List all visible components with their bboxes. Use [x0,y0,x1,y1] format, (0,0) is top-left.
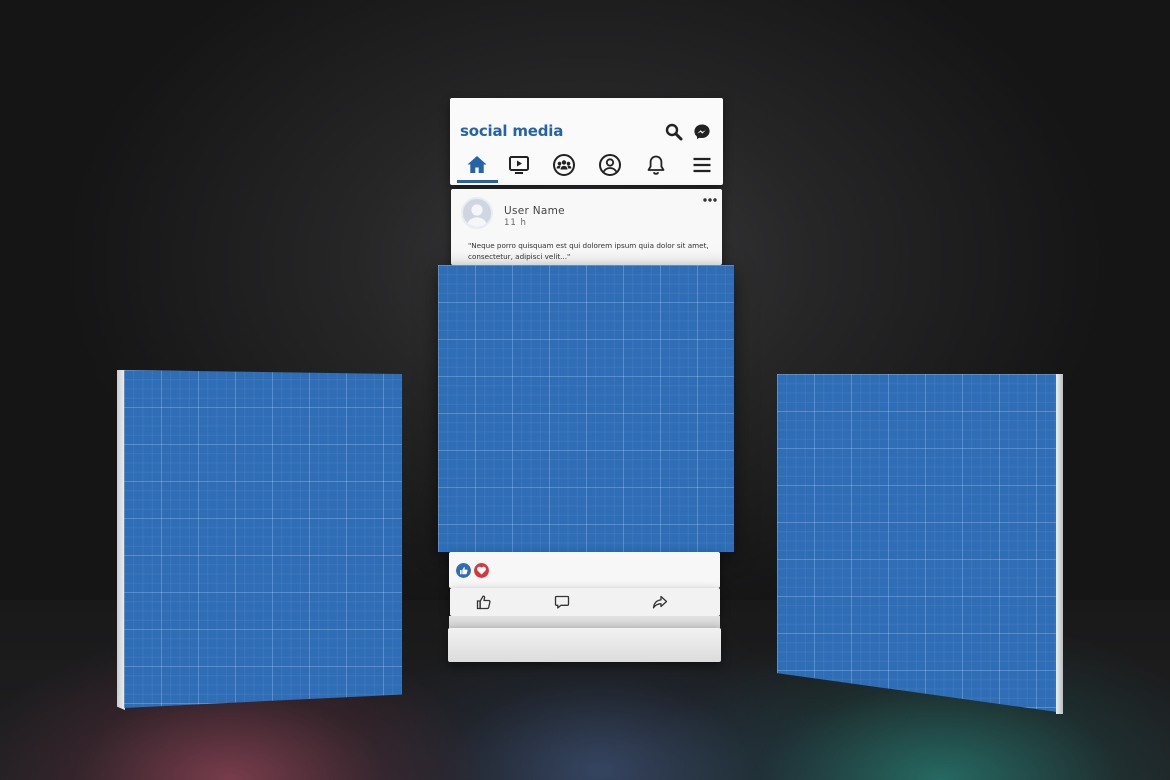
reactions-bar [449,552,720,588]
avatar-silhouette-icon [466,204,488,227]
active-tab-indicator [457,180,498,183]
actions-bar [450,588,720,616]
share-button[interactable] [652,594,668,610]
footer-card [448,628,721,662]
left-blueprint-panel [124,370,402,708]
comment-button[interactable] [554,594,570,610]
post-text: "Neque porro quisquam est qui dolorem ip… [468,241,709,261]
brand-logo: social media [460,122,564,140]
menu-icon[interactable] [690,153,714,177]
stack-layer [449,616,720,628]
like-button[interactable] [476,594,492,610]
video-icon[interactable] [507,153,531,177]
main-nav [450,150,723,182]
right-blueprint-panel [777,374,1057,712]
post-card: User Name 11 h "Neque porro quisquam est… [451,189,722,265]
app-header: social media [450,98,723,185]
bell-icon[interactable] [644,153,668,177]
messenger-icon[interactable] [693,123,711,141]
home-icon[interactable] [465,153,489,177]
post-timestamp: 11 h [504,218,527,228]
post-user-name[interactable]: User Name [504,205,565,217]
search-icon[interactable] [665,123,683,141]
post-image-placeholder [438,265,734,552]
avatar[interactable] [461,197,493,229]
left-panel-edge [117,370,125,710]
profile-icon[interactable] [598,153,622,177]
right-panel-edge [1056,374,1063,714]
more-options-icon[interactable] [703,197,717,203]
like-icon [456,563,471,578]
groups-icon[interactable] [552,153,576,177]
love-icon [474,563,489,578]
